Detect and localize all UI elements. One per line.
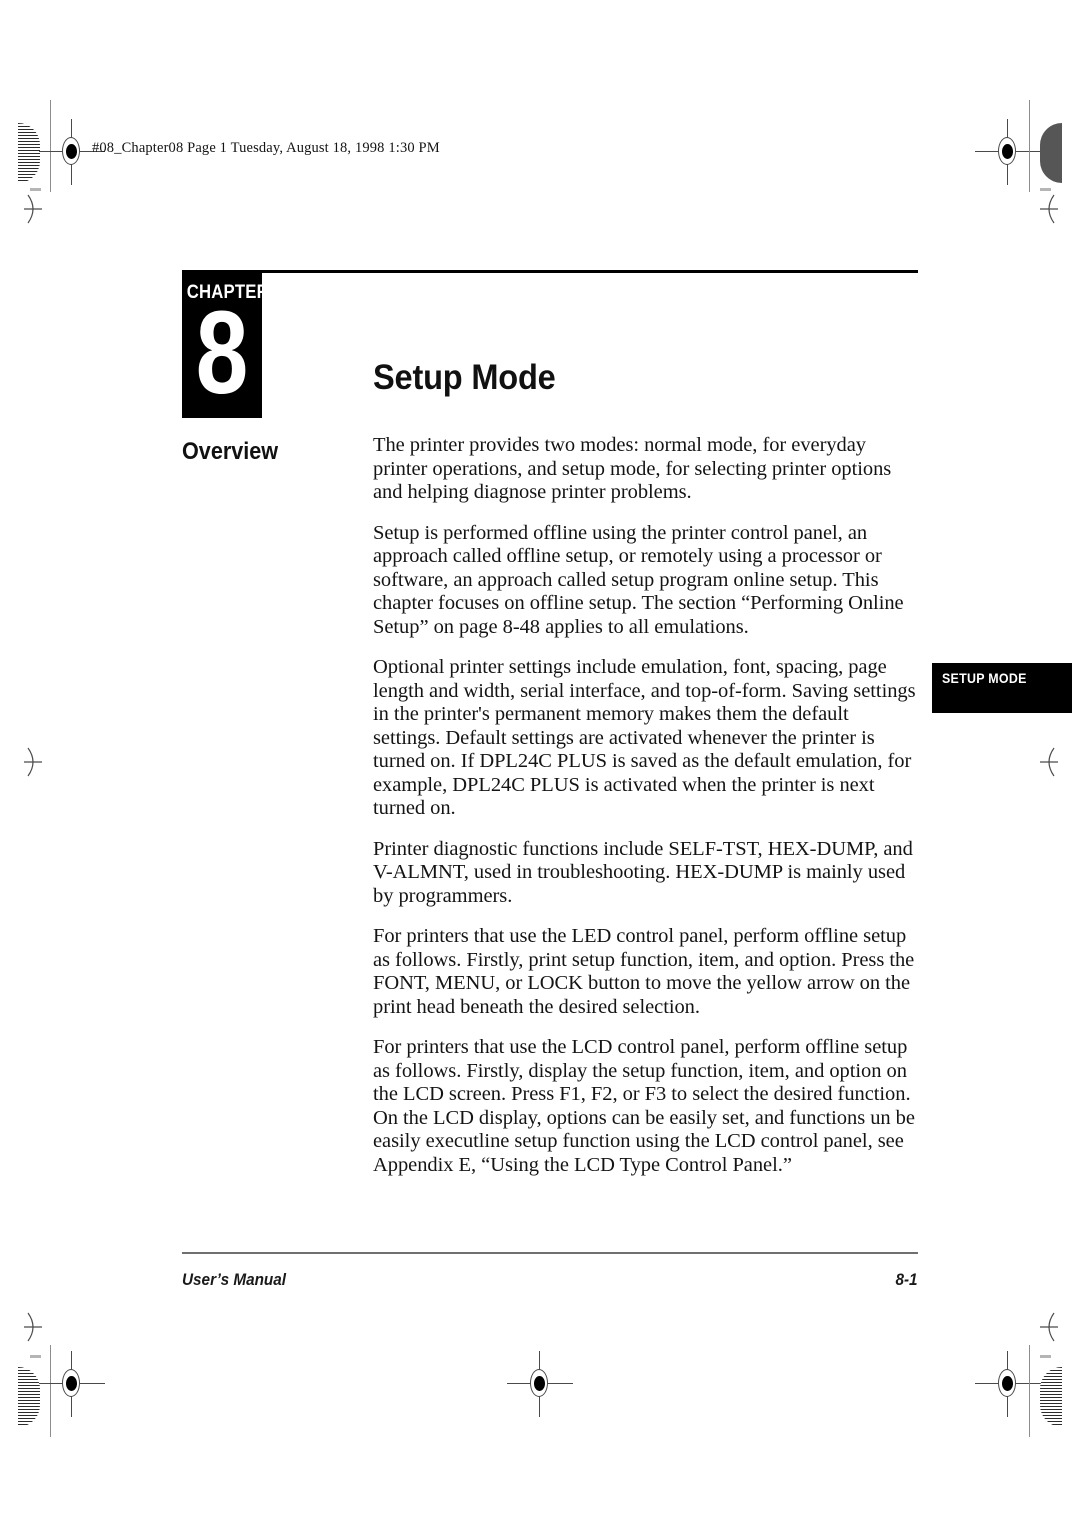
registration-dot <box>1002 1376 1013 1391</box>
body-paragraph: Optional printer settings include emulat… <box>373 656 916 819</box>
crop-mark-top-right <box>1034 192 1060 226</box>
crop-mark-middle-right <box>1034 745 1060 779</box>
body-paragraph: Printer diagnostic functions include SEL… <box>373 837 913 907</box>
crop-mark-icon <box>24 1312 42 1342</box>
registration-target-top-left <box>39 119 105 185</box>
crop-mark-bottom-left <box>22 1310 48 1344</box>
body-text-column: The printer provides two modes: normal m… <box>373 434 921 1194</box>
body-paragraph: For printers that use the LCD control pa… <box>373 1036 915 1176</box>
registration-dot <box>66 1376 77 1391</box>
color-bar-dash-bottom-right <box>1040 1355 1051 1358</box>
crop-mark-top-left <box>22 192 48 226</box>
color-bar-dash-top-right <box>1040 188 1051 191</box>
color-bar-dash-bottom-left <box>30 1355 41 1358</box>
registration-target-top-right <box>975 119 1041 185</box>
crop-mark-bottom-right <box>1034 1310 1060 1344</box>
crop-mark-icon <box>1040 747 1058 777</box>
crop-mark-icon <box>1040 1312 1058 1342</box>
footer-rule <box>182 1252 918 1254</box>
file-header-text: #08_Chapter08 Page 1 Tuesday, August 18,… <box>92 140 440 156</box>
registration-dot <box>1002 144 1013 159</box>
trim-rule-top-right <box>1029 100 1030 192</box>
chapter-number-block: CHAPTER 8 <box>182 272 269 419</box>
edge-tab-setup-mode: SETUP MODE <box>932 663 1072 713</box>
body-paragraph: The printer provides two modes: normal m… <box>373 434 892 503</box>
registration-halfdisc-top-left <box>18 123 40 183</box>
chapter-number-label: 8 <box>195 287 249 419</box>
registration-halfdisc-bottom-right <box>1040 1367 1062 1427</box>
crop-mark-icon <box>24 747 42 777</box>
body-paragraph: For printers that use the LED control pa… <box>373 925 915 1018</box>
crop-mark-middle-left <box>22 745 48 779</box>
trim-rule-bottom-left <box>50 1345 51 1437</box>
edge-tab-label: SETUP MODE <box>942 671 1027 686</box>
page-title: Setup Mode <box>373 358 556 397</box>
body-paragraph: Setup is performed offline using the pri… <box>373 521 904 638</box>
crop-mark-icon <box>24 194 42 224</box>
registration-dot <box>534 1376 545 1391</box>
trim-rule-bottom-right <box>1029 1345 1030 1437</box>
registration-dot <box>66 144 77 159</box>
footer-manual-title: User’s Manual <box>182 1270 287 1289</box>
trim-rule-top-left <box>50 100 51 192</box>
footer-page-number: 8-1 <box>895 1270 918 1289</box>
registration-target-bottom-center <box>507 1351 573 1417</box>
registration-halfdisc-bottom-left <box>18 1367 40 1427</box>
chapter-header-rule <box>182 270 918 273</box>
registration-target-bottom-left <box>39 1351 105 1417</box>
registration-target-bottom-right <box>975 1351 1041 1417</box>
color-bar-dash-top-left <box>30 188 41 191</box>
crop-mark-icon <box>1040 194 1058 224</box>
section-heading-overview: Overview <box>182 438 279 465</box>
registration-halfdisc-top-right <box>1040 123 1062 183</box>
